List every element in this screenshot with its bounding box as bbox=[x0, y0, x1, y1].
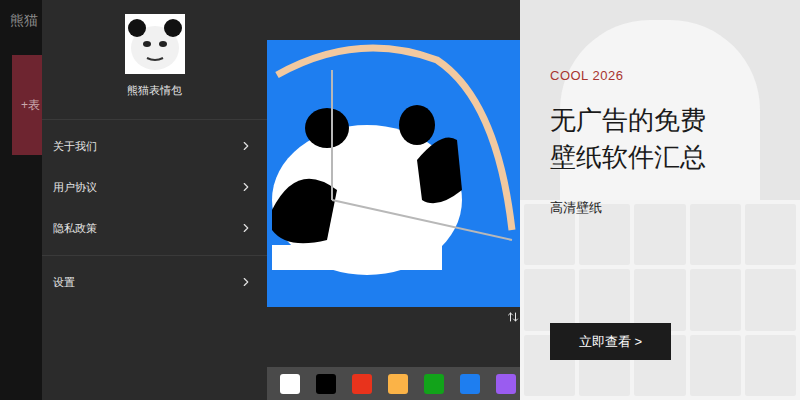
color-swatch[interactable] bbox=[424, 374, 444, 394]
drawer: 熊猫表情包关于我们用户协议隐私政策设置 bbox=[42, 0, 267, 400]
menu-item[interactable]: 隐私政策 bbox=[42, 208, 267, 249]
panda-picture bbox=[267, 40, 520, 307]
ad-content: COOL 2026 无广告的免费壁纸软件汇总高清壁纸立即查看 > bbox=[520, 0, 800, 360]
ad-title: 无广告的免费壁纸软件汇总 bbox=[550, 102, 800, 176]
menu-item[interactable]: 关于我们 bbox=[42, 126, 267, 167]
color-swatch[interactable] bbox=[496, 374, 516, 394]
drawer-profile: 熊猫表情包 bbox=[42, 0, 267, 120]
avatar-icon bbox=[125, 14, 185, 74]
menu-item[interactable]: 用户协议 bbox=[42, 167, 267, 208]
profile-name: 熊猫表情包 bbox=[127, 82, 182, 99]
chevron-right-icon bbox=[239, 180, 253, 194]
canvas-area bbox=[267, 0, 520, 400]
color-swatch[interactable] bbox=[352, 374, 372, 394]
menu-item[interactable]: 设置 bbox=[42, 262, 267, 303]
color-swatch[interactable] bbox=[316, 374, 336, 394]
color-swatch[interactable] bbox=[280, 374, 300, 394]
color-palette bbox=[267, 367, 520, 400]
chevron-right-icon bbox=[239, 221, 253, 235]
ad-tag: COOL 2026 bbox=[550, 66, 800, 86]
app-area: 熊猫+表熊猫表情包关于我们用户协议隐私政策设置 bbox=[0, 0, 520, 400]
app-title: 熊猫 bbox=[0, 0, 42, 40]
swap-icon[interactable] bbox=[507, 311, 519, 323]
ad-subtitle: 高清壁纸 bbox=[550, 198, 800, 218]
screen: 熊猫+表熊猫表情包关于我们用户协议隐私政策设置COOL 2026无广告的免费壁纸… bbox=[0, 0, 800, 400]
chevron-right-icon bbox=[239, 275, 253, 289]
chevron-right-icon bbox=[239, 139, 253, 153]
app-underlay: 熊猫 +表 bbox=[0, 0, 42, 400]
color-swatch[interactable] bbox=[388, 374, 408, 394]
menu-section: 设置 bbox=[42, 256, 267, 309]
menu-section: 关于我们用户协议隐私政策 bbox=[42, 120, 267, 256]
ad-button[interactable]: 立即查看 > bbox=[550, 323, 671, 360]
add-card[interactable]: +表 bbox=[12, 55, 42, 155]
ad-panel[interactable]: COOL 2026 无广告的免费壁纸软件汇总高清壁纸立即查看 > bbox=[520, 0, 800, 400]
color-swatch[interactable] bbox=[460, 374, 480, 394]
